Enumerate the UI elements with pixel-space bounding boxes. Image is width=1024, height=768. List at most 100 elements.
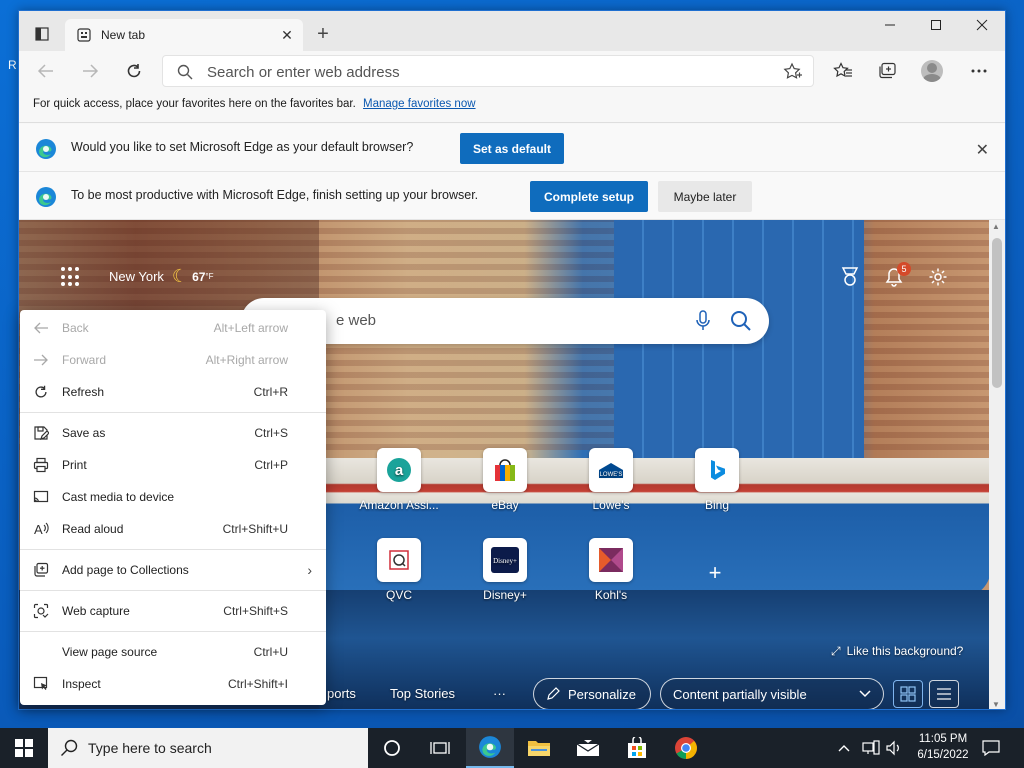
- settings-and-more-button[interactable]: [964, 57, 994, 85]
- close-window-button[interactable]: [959, 11, 1005, 39]
- cortana-button[interactable]: [368, 728, 416, 768]
- start-button[interactable]: [0, 728, 48, 768]
- weather-widget[interactable]: New York ☾ 67 °F: [109, 266, 214, 287]
- microphone-icon[interactable]: [695, 309, 711, 333]
- content-visibility-dropdown[interactable]: Content partially visible: [660, 678, 884, 709]
- bing-icon: [695, 448, 739, 492]
- address-bar[interactable]: Search or enter web address: [162, 55, 814, 87]
- menu-item-refresh[interactable]: Refresh Ctrl+R: [20, 376, 326, 408]
- gear-icon: [929, 268, 947, 286]
- action-center-button[interactable]: [982, 728, 1000, 768]
- collections-icon: [879, 62, 896, 79]
- quick-link-kohls[interactable]: Kohl's: [565, 538, 657, 602]
- menu-item-view-source[interactable]: View page source Ctrl+U: [20, 636, 326, 668]
- read-aloud-icon: A: [32, 521, 50, 537]
- rewards-button[interactable]: [837, 264, 863, 290]
- refresh-button[interactable]: [119, 57, 149, 85]
- rewards-icon: [841, 267, 859, 286]
- tab-close-icon[interactable]: ✕: [279, 27, 295, 43]
- lowes-icon: LOWE'S: [589, 448, 633, 492]
- back-button[interactable]: [31, 57, 61, 85]
- svg-text:Disney+: Disney+: [493, 557, 517, 565]
- taskbar-edge[interactable]: [466, 728, 514, 768]
- taskbar-store[interactable]: [613, 728, 661, 768]
- list-layout-button[interactable]: [929, 680, 959, 708]
- menu-item-save-as[interactable]: Save as Ctrl+S: [20, 417, 326, 449]
- windows-logo-icon: [15, 739, 33, 757]
- tab-actions-icon: [35, 27, 49, 41]
- pencil-icon: [547, 687, 560, 700]
- infobar-close-icon[interactable]: ✕: [976, 140, 989, 160]
- page-scrollbar[interactable]: ▲ ▼: [989, 220, 1005, 709]
- manage-favorites-link[interactable]: Manage favorites now: [363, 98, 476, 110]
- add-quick-link-button[interactable]: +: [705, 560, 725, 586]
- grid-layout-button[interactable]: [893, 680, 923, 708]
- quick-link-disney-plus[interactable]: Disney+ Disney+: [459, 538, 551, 602]
- menu-item-print[interactable]: Print Ctrl+P: [20, 449, 326, 481]
- app-launcher-icon[interactable]: [61, 267, 81, 287]
- quick-link-ebay[interactable]: eBay: [459, 448, 551, 512]
- maximize-icon: [931, 20, 941, 30]
- tab-actions-button[interactable]: [29, 23, 55, 45]
- setup-infobar: To be most productive with Microsoft Edg…: [19, 172, 1005, 220]
- maximize-button[interactable]: [913, 11, 959, 39]
- chevron-right-icon: ›: [307, 562, 312, 578]
- menu-item-label: Web capture: [62, 604, 130, 618]
- quick-link-qvc[interactable]: QVC: [353, 538, 445, 602]
- nav-sports[interactable]: ports: [327, 686, 356, 701]
- minimize-button[interactable]: [867, 11, 913, 39]
- favorites-button[interactable]: [828, 57, 858, 85]
- new-tab-page-icon: [77, 28, 91, 42]
- new-tab-button[interactable]: +: [311, 23, 335, 47]
- profile-avatar[interactable]: [921, 60, 943, 82]
- notification-center-icon: [982, 740, 1000, 756]
- scrollbar-thumb[interactable]: [992, 238, 1002, 388]
- menu-item-label: Refresh: [62, 385, 105, 399]
- volume-button[interactable]: [886, 728, 902, 768]
- notifications-button[interactable]: 5: [881, 262, 911, 290]
- show-hidden-icons[interactable]: [838, 728, 850, 768]
- search-icon[interactable]: [729, 309, 753, 333]
- menu-item-label: View page source: [62, 645, 158, 659]
- network-button[interactable]: [862, 728, 880, 768]
- personalize-button[interactable]: Personalize: [533, 678, 651, 709]
- disney-plus-icon: Disney+: [483, 538, 527, 582]
- quick-link-amazon[interactable]: a Amazon Assi...: [353, 448, 445, 512]
- weather-temperature: 67: [192, 269, 206, 284]
- maybe-later-button[interactable]: Maybe later: [658, 181, 752, 212]
- menu-item-cast[interactable]: Cast media to device: [20, 481, 326, 513]
- scroll-down-icon[interactable]: ▼: [992, 700, 1000, 709]
- quick-link-label: Bing: [704, 498, 730, 512]
- quick-link-label: QVC: [385, 588, 412, 602]
- taskbar-search-box[interactable]: Type here to search: [48, 728, 368, 768]
- refresh-icon: [127, 64, 141, 78]
- forward-button[interactable]: [75, 57, 105, 85]
- quick-link-lowes[interactable]: LOWE'S Lowe's: [565, 448, 657, 512]
- quick-link-label: eBay: [491, 498, 519, 512]
- complete-setup-button[interactable]: Complete setup: [530, 181, 648, 212]
- menu-separator: [20, 549, 326, 550]
- menu-item-forward[interactable]: Forward Alt+Right arrow: [20, 344, 326, 376]
- task-view-button[interactable]: [416, 728, 464, 768]
- taskbar-mail[interactable]: [564, 728, 612, 768]
- tab-new-tab[interactable]: New tab ✕: [65, 19, 303, 51]
- menu-item-back[interactable]: Back Alt+Left arrow: [20, 312, 326, 344]
- like-background-link[interactable]: ⤢ Like this background?: [831, 644, 963, 659]
- menu-item-read-aloud[interactable]: A Read aloud Ctrl+Shift+U: [20, 513, 326, 545]
- nav-top-stories[interactable]: Top Stories: [390, 686, 455, 701]
- like-background-text: Like this background?: [846, 644, 964, 658]
- weather-city: New York: [109, 269, 164, 284]
- add-favorite-icon[interactable]: [783, 62, 803, 82]
- taskbar-chrome[interactable]: [662, 728, 710, 768]
- nav-more[interactable]: ···: [493, 686, 506, 701]
- menu-item-inspect[interactable]: Inspect Ctrl+Shift+I: [20, 668, 326, 700]
- page-settings-button[interactable]: [925, 264, 951, 290]
- collections-button[interactable]: [872, 57, 902, 85]
- scroll-up-icon[interactable]: ▲: [992, 222, 1000, 231]
- set-as-default-button[interactable]: Set as default: [460, 133, 564, 164]
- system-clock[interactable]: 11:05 PM 6/15/2022: [908, 731, 978, 763]
- quick-link-bing[interactable]: Bing: [671, 448, 763, 512]
- menu-item-web-capture[interactable]: Web capture Ctrl+Shift+S: [20, 595, 326, 627]
- menu-item-add-to-collections[interactable]: Add page to Collections ›: [20, 554, 326, 586]
- taskbar-file-explorer[interactable]: [515, 728, 563, 768]
